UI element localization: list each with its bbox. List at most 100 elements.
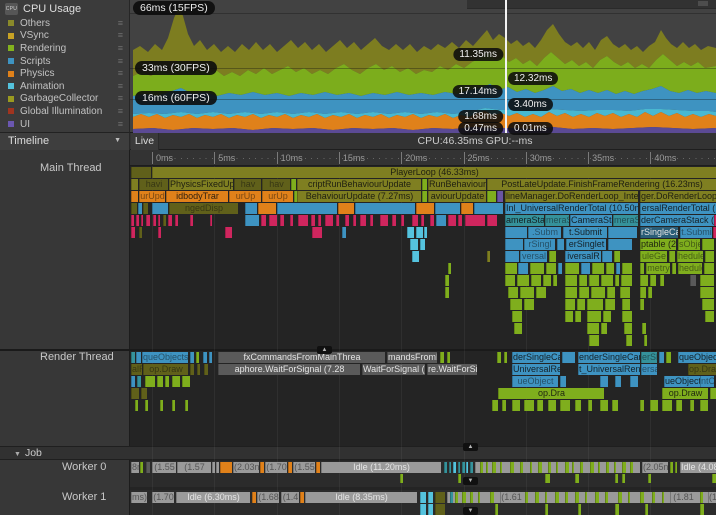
timeline-bar[interactable] xyxy=(424,227,427,238)
timeline-bar[interactable] xyxy=(353,215,356,226)
timeline-bar[interactable] xyxy=(615,275,619,286)
timeline-bar[interactable] xyxy=(624,323,632,334)
timeline-bar[interactable] xyxy=(606,263,614,274)
timeline-bar[interactable]: meraS xyxy=(545,215,569,226)
timeline-bar[interactable] xyxy=(465,215,485,226)
timeline-bar[interactable]: op.Draw xyxy=(688,364,716,375)
graph-scroll-thumb[interactable] xyxy=(698,1,708,6)
timeline-bar[interactable] xyxy=(589,275,599,286)
timeline-bar[interactable] xyxy=(466,462,468,473)
timeline-bar[interactable] xyxy=(204,364,208,375)
timeline-bar[interactable]: t.Submit xyxy=(563,227,607,238)
timeline-bar[interactable] xyxy=(448,263,451,274)
timeline-bar[interactable] xyxy=(517,275,529,286)
timeline-bar[interactable] xyxy=(450,492,453,503)
timeline-bar[interactable] xyxy=(137,376,141,387)
timeline-bar[interactable] xyxy=(601,275,613,286)
timeline-bar[interactable]: havi xyxy=(139,179,168,190)
timeline-bar[interactable] xyxy=(141,215,143,226)
timeline-bar[interactable]: op.Dra xyxy=(498,388,604,399)
timeline-bar[interactable] xyxy=(648,474,651,483)
timeline-bar[interactable] xyxy=(575,311,581,322)
timeline-bar[interactable] xyxy=(157,376,163,387)
timeline-bar[interactable]: RunBehaviour xyxy=(428,179,486,190)
timeline-bar[interactable] xyxy=(549,251,556,262)
timeline-bar[interactable] xyxy=(209,352,212,363)
drag-handle-icon[interactable]: ≡ xyxy=(118,94,123,103)
timeline-bar[interactable] xyxy=(336,215,339,226)
timeline-bar[interactable]: ueObject xyxy=(512,376,558,387)
timeline-bar[interactable] xyxy=(530,263,544,274)
timeline-bar[interactable] xyxy=(612,400,618,411)
timeline-bar[interactable] xyxy=(608,239,632,250)
timeline-bar[interactable] xyxy=(672,263,676,274)
timeline-bar[interactable] xyxy=(445,287,449,298)
timeline-bar[interactable] xyxy=(316,462,320,473)
timeline-bar[interactable] xyxy=(165,376,169,387)
timeline-bar[interactable] xyxy=(380,215,388,226)
timeline-bar[interactable] xyxy=(622,311,632,322)
timeline-bar[interactable] xyxy=(587,311,601,322)
timeline-bar[interactable]: (1.61 xyxy=(500,492,522,503)
timeline-bar[interactable] xyxy=(412,215,418,226)
timeline-bar[interactable] xyxy=(401,215,404,226)
timeline-bar[interactable] xyxy=(288,462,292,473)
timeline-bar[interactable]: erSh xyxy=(641,352,657,363)
timeline-bar[interactable] xyxy=(659,352,664,363)
timeline-bar[interactable]: t.Submi xyxy=(680,227,712,238)
timeline-bar[interactable] xyxy=(579,287,589,298)
timeline-bar[interactable] xyxy=(407,227,414,238)
timeline-bar[interactable]: .Subm xyxy=(528,227,561,238)
timeline-bar[interactable] xyxy=(290,215,293,226)
timeline-bar[interactable] xyxy=(416,203,434,214)
timeline-bar[interactable] xyxy=(622,263,632,274)
timeline-bar[interactable] xyxy=(640,275,648,286)
timeline-bar[interactable] xyxy=(518,263,528,274)
legend-item-rendering[interactable]: Rendering ≡ xyxy=(0,42,129,55)
drag-handle-icon[interactable]: ≡ xyxy=(118,119,123,129)
timeline-bar[interactable] xyxy=(666,352,671,363)
timeline-bar[interactable] xyxy=(622,462,626,473)
timeline-bar[interactable] xyxy=(560,376,566,387)
timeline-bar[interactable] xyxy=(420,492,426,503)
timeline-bar[interactable] xyxy=(435,203,460,214)
timeline-bar[interactable] xyxy=(700,400,708,411)
timeline-bar[interactable] xyxy=(700,275,714,286)
timeline-bar[interactable]: derSingleCa xyxy=(512,352,560,363)
timeline-bar[interactable]: (1.68 xyxy=(257,492,279,503)
timeline-bar[interactable] xyxy=(562,352,575,363)
timeline-bar[interactable] xyxy=(565,299,575,310)
timeline-bar[interactable]: fxCommandsFromMainThrea xyxy=(218,352,385,363)
timeline-bar[interactable] xyxy=(505,227,527,238)
timeline-bar[interactable] xyxy=(607,287,615,298)
drag-handle-icon[interactable]: ≡ xyxy=(118,43,123,53)
timeline-bar[interactable]: aphore.WaitForSignal (7.28 xyxy=(218,364,360,375)
timeline-bar[interactable] xyxy=(131,376,135,387)
timeline-bar[interactable] xyxy=(445,275,449,286)
timeline-bar[interactable] xyxy=(670,462,673,473)
timeline-bar[interactable] xyxy=(453,462,456,473)
timeline-bar[interactable] xyxy=(690,400,694,411)
timeline-bar[interactable] xyxy=(662,492,664,503)
drag-handle-icon[interactable]: ≡ xyxy=(118,69,123,78)
timeline-bar[interactable] xyxy=(245,215,259,226)
timeline-bar[interactable]: ms) xyxy=(131,492,147,503)
timeline-bar[interactable] xyxy=(428,492,433,503)
timeline-bar[interactable] xyxy=(553,275,557,286)
timeline-bar[interactable]: sObje xyxy=(678,239,700,250)
timeline-bar[interactable] xyxy=(190,364,194,375)
timeline-bar[interactable] xyxy=(702,239,714,250)
timeline-bar[interactable] xyxy=(640,287,646,298)
timeline-bar[interactable] xyxy=(558,263,562,274)
timeline-bar[interactable] xyxy=(355,203,415,214)
timeline-bar[interactable] xyxy=(196,352,199,363)
drag-handle-icon[interactable]: ≡ xyxy=(118,31,123,40)
timeline-bar[interactable] xyxy=(436,215,446,226)
timeline-bar[interactable] xyxy=(145,376,155,387)
timeline-bar[interactable] xyxy=(440,352,444,363)
timeline-bar[interactable] xyxy=(575,474,579,483)
legend-item-others[interactable]: Others ≡ xyxy=(0,17,129,30)
timeline-bar[interactable] xyxy=(712,474,716,483)
timeline-bar[interactable] xyxy=(470,462,473,473)
collapse-button[interactable]: ▼ xyxy=(463,507,478,515)
